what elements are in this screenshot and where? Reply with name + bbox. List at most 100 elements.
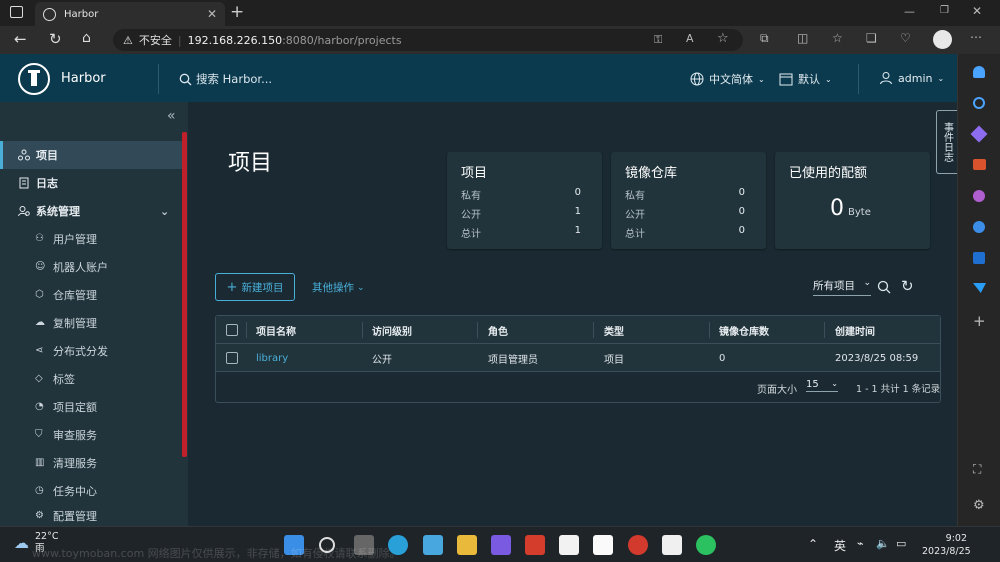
new-tab-icon[interactable]: + — [230, 2, 244, 22]
project-name-link[interactable]: library — [256, 344, 288, 372]
sidebar-item-label: 清理服务 — [53, 457, 97, 470]
chevron-down-icon: ⌄ — [831, 379, 838, 388]
copilot-icon[interactable] — [973, 221, 985, 233]
collections-icon[interactable]: ❏ — [866, 31, 877, 45]
tab-title: Harbor — [64, 8, 99, 20]
back-icon[interactable]: ← — [14, 30, 27, 48]
close-window-icon[interactable]: ✕ — [972, 4, 982, 18]
column-header[interactable]: 角色 — [488, 316, 508, 344]
tab-actions-icon[interactable] — [10, 6, 23, 18]
select-all-checkbox[interactable] — [226, 324, 238, 336]
games-icon[interactable] — [973, 190, 985, 202]
project-filter-select[interactable]: 所有项目 ⌄ — [813, 278, 871, 296]
sidebar-scrollbar[interactable] — [182, 132, 187, 457]
battery-icon[interactable]: ▭ — [896, 537, 906, 550]
document-icon[interactable] — [593, 535, 613, 555]
search-icon[interactable] — [877, 280, 891, 294]
role: 项目管理员 — [488, 354, 538, 366]
harbor-favicon-icon — [43, 7, 56, 21]
column-header[interactable]: 镜像仓库数 — [719, 316, 769, 344]
sidebar-item-clean-up[interactable]: ▥ 清理服务 — [0, 449, 182, 477]
sidebar-item-projects[interactable]: 项目 — [0, 141, 182, 169]
registry-icon: ⬡ — [35, 289, 44, 300]
profile-avatar[interactable] — [933, 30, 952, 49]
favorites-bar-icon[interactable]: ☆ — [832, 31, 843, 45]
collapse-sidebar-icon[interactable]: « — [167, 108, 176, 124]
address-bar[interactable]: ⚠ 不安全 | 192.168.226.150 :8080/harbor/pro… — [113, 29, 743, 51]
user-menu[interactable]: admin ⌄ — [879, 71, 944, 85]
sidebar-item-job-service[interactable]: ◷ 任务中心 — [0, 477, 182, 505]
column-header[interactable]: 项目名称 — [256, 316, 296, 344]
extensions-icon[interactable]: ⧉ — [760, 31, 769, 46]
projects-icon — [18, 149, 30, 161]
table-row[interactable]: library 公开 项目管理员 项目 0 2023/8/25 08:59 — [216, 344, 940, 372]
sidebar-item-logs[interactable]: 日志 — [0, 169, 182, 197]
more-icon[interactable]: ⋯ — [970, 30, 982, 44]
chevron-up-icon[interactable]: ⌃ — [808, 537, 818, 551]
outlook-icon[interactable] — [973, 252, 985, 264]
wechat-icon[interactable] — [696, 535, 716, 555]
type: 项目 — [604, 354, 624, 366]
sidebar-item-users[interactable]: ⚇ 用户管理 — [0, 225, 182, 253]
harbor-logo-icon[interactable] — [18, 63, 50, 95]
app-icon[interactable] — [491, 535, 511, 555]
sidebar-item-labels[interactable]: ◇ 标签 — [0, 365, 182, 393]
users-icon: ⚇ — [35, 233, 44, 244]
close-tab-icon[interactable]: ✕ — [207, 7, 217, 21]
home-icon[interactable]: ⌂ — [82, 30, 91, 46]
app-icon[interactable] — [628, 535, 648, 555]
sidebar-item-label: 审查服务 — [53, 429, 97, 442]
new-project-button[interactable]: + 新建项目 — [215, 273, 295, 301]
sidebar-item-robot-accounts[interactable]: ☺ 机器人账户 — [0, 253, 182, 281]
search-icon[interactable] — [973, 97, 985, 109]
sidebar-item-interrogation[interactable]: ⛉ 审查服务 — [0, 421, 182, 449]
sidebar-item-configuration[interactable]: ⚙ 配置管理 — [0, 505, 182, 526]
settings-icon[interactable]: ⚙ — [973, 498, 985, 513]
column-header[interactable]: 访问级别 — [372, 316, 412, 344]
browser-tab[interactable]: Harbor ✕ — [35, 2, 225, 26]
other-actions-dropdown[interactable]: 其他操作 ⌄ — [312, 280, 365, 295]
health-icon[interactable]: ♡ — [900, 31, 911, 45]
page-size-select[interactable]: 15 ⌄ — [806, 379, 838, 392]
global-search[interactable]: 搜索 Harbor... — [179, 71, 272, 87]
wps-icon[interactable] — [525, 535, 545, 555]
toolbox-icon[interactable] — [973, 159, 986, 170]
key-icon[interactable]: ⚿ — [654, 33, 662, 47]
tag-icon[interactable] — [970, 125, 988, 143]
sidebar-item-distribution[interactable]: ⋖ 分布式分发 — [0, 337, 182, 365]
refresh-icon[interactable]: ↻ — [49, 30, 62, 48]
send-icon[interactable] — [973, 283, 986, 293]
network-icon[interactable]: ⌁ — [857, 537, 864, 550]
maximize-icon[interactable]: ❐ — [940, 5, 949, 16]
sidebar-item-label: 项目 — [36, 149, 58, 162]
sidebar-item-admin[interactable]: 系统管理 ⌄ — [0, 197, 182, 225]
event-log-tab[interactable]: 事件日志 — [936, 110, 957, 174]
add-icon[interactable]: + — [973, 312, 986, 330]
calendar-icon — [779, 73, 793, 86]
file-explorer-icon[interactable] — [457, 535, 477, 555]
watermark-text: www.toymoban.com 网络图片仅供展示，非存储，如有侵权请联系删除。 — [32, 547, 401, 560]
sidebar-item-quotas[interactable]: ◔ 项目定额 — [0, 393, 182, 421]
sidebar-item-registries[interactable]: ⬡ 仓库管理 — [0, 281, 182, 309]
language-selector[interactable]: 中文简体 ⌄ — [690, 71, 765, 87]
refresh-icon[interactable]: ↻ — [901, 277, 914, 295]
minimize-icon[interactable]: — — [904, 5, 915, 18]
typora-icon[interactable] — [559, 535, 579, 555]
ime-indicator[interactable]: 英 — [834, 537, 846, 554]
logs-icon — [19, 177, 29, 189]
search-icon — [179, 73, 192, 85]
notification-bell-icon[interactable] — [973, 66, 985, 78]
datetime-format-selector[interactable]: 默认 ⌄ — [779, 71, 832, 87]
notepad-icon[interactable] — [423, 535, 443, 555]
volume-icon[interactable]: 🔈 — [876, 537, 890, 550]
split-screen-icon[interactable]: ◫ — [797, 31, 808, 45]
row-checkbox[interactable] — [226, 352, 238, 364]
read-aloud-icon[interactable]: A — [686, 32, 694, 45]
system-clock[interactable]: 9:02 2023/8/25 — [922, 532, 971, 558]
column-header[interactable]: 创建时间 — [835, 316, 875, 344]
column-header[interactable]: 类型 — [604, 316, 624, 344]
screenshot-icon[interactable]: ⛶ — [973, 462, 981, 477]
favorite-icon[interactable]: ☆ — [717, 31, 729, 46]
vs-code-icon[interactable] — [662, 535, 682, 555]
sidebar-item-replications[interactable]: ☁ 复制管理 — [0, 309, 182, 337]
